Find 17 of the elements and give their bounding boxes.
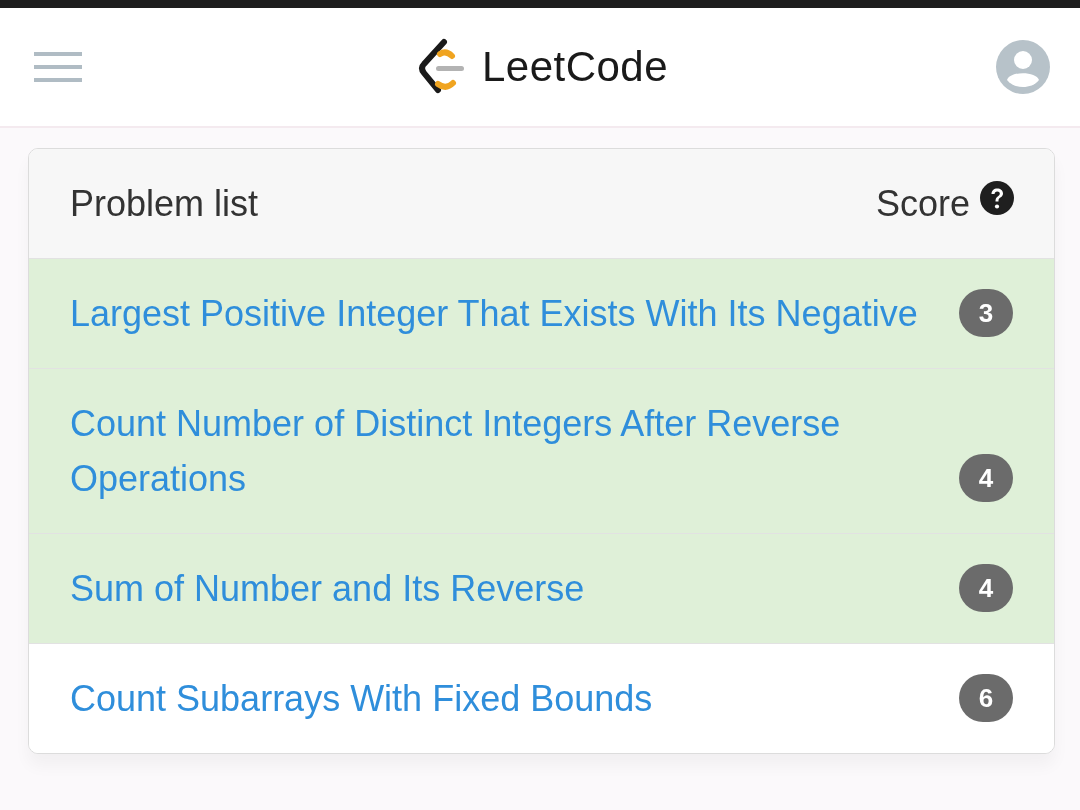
menu-button[interactable] bbox=[34, 52, 82, 82]
logo-text: LeetCode bbox=[481, 46, 669, 88]
problem-link[interactable]: Count Number of Distinct Integers After Reverse Operations bbox=[70, 396, 939, 506]
user-avatar-button[interactable] bbox=[996, 40, 1050, 94]
problem-link[interactable]: Sum of Number and Its Reverse bbox=[70, 561, 939, 616]
score-badge: 4 bbox=[959, 454, 1013, 502]
score-badge: 6 bbox=[959, 674, 1013, 722]
score-badge: 4 bbox=[959, 564, 1013, 612]
user-avatar-icon bbox=[996, 40, 1050, 94]
logo-link[interactable]: LeetCode bbox=[415, 38, 669, 96]
list-title: Problem list bbox=[70, 182, 259, 226]
problem-link[interactable]: Count Subarrays With Fixed Bounds bbox=[70, 671, 939, 726]
score-label: Score bbox=[875, 182, 970, 226]
menu-icon bbox=[34, 52, 82, 82]
score-badge: 3 bbox=[959, 289, 1013, 337]
problem-link[interactable]: Largest Positive Integer That Exists With Its Negative bbox=[70, 286, 939, 341]
help-icon[interactable] bbox=[980, 181, 1014, 215]
